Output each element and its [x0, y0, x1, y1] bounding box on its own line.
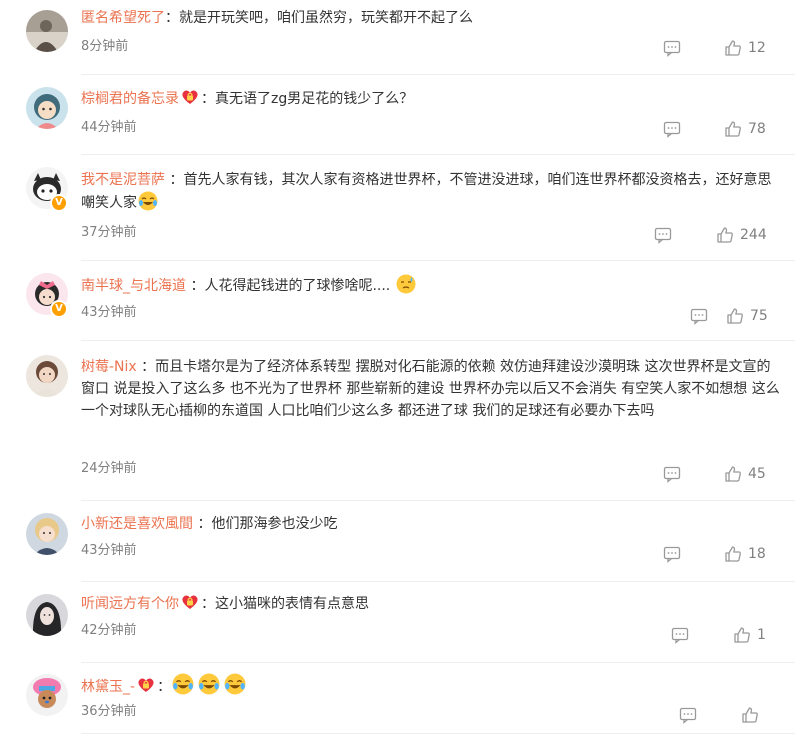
- like-icon: [725, 121, 741, 137]
- like-count: 78: [748, 121, 766, 137]
- comment-item: V 南半球_与北海道 ：人花得起钱进的了球惨啥呢.... 43分钟前 75: [0, 261, 795, 341]
- reply-button[interactable]: [663, 119, 681, 139]
- comment-item: 小新还是喜欢風間 ：他们那海参也没少吃 43分钟前 18: [0, 501, 795, 582]
- comment-text: 首先人家有钱，其次人家有资格进世界杯，不管进没进球，咱们连世界杯都没资格去，还好…: [81, 172, 772, 211]
- avatar[interactable]: [26, 674, 68, 716]
- comment-text: 人花得起钱进的了球惨啥呢....: [204, 278, 395, 294]
- reply-icon: [663, 466, 681, 483]
- like-icon: [734, 627, 750, 643]
- username-link[interactable]: 我不是泥菩萨: [81, 172, 165, 188]
- separator: ：: [165, 10, 179, 26]
- like-button[interactable]: [741, 705, 759, 725]
- comment-text: 他们那海参也没少吃: [211, 516, 338, 532]
- comment-time: 43分钟前: [81, 305, 137, 320]
- like-count: 45: [748, 466, 766, 482]
- comment-time: 44分钟前: [81, 120, 137, 135]
- username-link[interactable]: 听闻远方有个你: [81, 596, 179, 612]
- comment-time: 8分钟前: [81, 39, 129, 54]
- comment-item: V 我不是泥菩萨 ：首先人家有钱，其次人家有资格进世界杯，不管进没进球，咱们连世…: [0, 155, 795, 261]
- username-link[interactable]: 小新还是喜欢風間: [81, 516, 193, 532]
- separator: ：: [186, 278, 205, 294]
- like-icon: [725, 40, 741, 56]
- reply-button[interactable]: [690, 306, 708, 326]
- like-count: 75: [750, 308, 768, 324]
- separator: ：: [165, 172, 184, 188]
- like-button[interactable]: 12: [724, 38, 766, 58]
- reply-icon: [663, 121, 681, 138]
- comment-time: 42分钟前: [81, 623, 137, 638]
- comment-time: 24分钟前: [81, 461, 137, 476]
- like-button[interactable]: 75: [726, 306, 768, 326]
- reply-button[interactable]: [654, 225, 672, 245]
- separator: ：: [157, 679, 172, 695]
- comment-time: 43分钟前: [81, 543, 137, 558]
- verified-v-icon: V: [50, 300, 68, 318]
- separator: ：: [201, 91, 215, 107]
- avatar[interactable]: [26, 513, 68, 555]
- like-button[interactable]: 45: [724, 464, 766, 484]
- comment-time: 36分钟前: [81, 704, 137, 719]
- username-link[interactable]: 林黛玉_-: [81, 679, 135, 695]
- laugh-cry-emoji: [138, 191, 158, 211]
- like-icon: [725, 546, 741, 562]
- username-link[interactable]: 棕榈君的备忘录: [81, 91, 179, 107]
- heart-lock-icon: [182, 595, 198, 609]
- like-button[interactable]: 1: [733, 625, 766, 645]
- comment-text: 这小猫咪的表情有点意思: [215, 596, 369, 612]
- reply-button[interactable]: [663, 38, 681, 58]
- like-count: 244: [740, 227, 767, 243]
- separator: ：: [136, 359, 156, 375]
- reply-icon: [671, 627, 689, 644]
- separator: ：: [193, 516, 212, 532]
- comment-item: 听闻远方有个你 ：这小猫咪的表情有点意思 42分钟前 1: [0, 582, 795, 663]
- like-count: 18: [748, 546, 766, 562]
- sweat-emoji: [396, 274, 416, 294]
- comment-item: 林黛玉_- ： 36分钟前: [0, 663, 795, 734]
- heart-lock-icon: [138, 678, 154, 692]
- comment-text: 真无语了zg男足花的钱少了么？: [215, 91, 414, 107]
- comment-text: 而且卡塔尔是为了经济体系转型 摆脱对化石能源的依赖 效仿迪拜建设沙漠明珠 这次世…: [81, 359, 780, 419]
- like-icon: [725, 466, 741, 482]
- comment-item: 树莓-Nix ：而且卡塔尔是为了经济体系转型 摆脱对化石能源的依赖 效仿迪拜建设…: [0, 341, 795, 501]
- reply-icon: [663, 546, 681, 563]
- like-count: 1: [757, 627, 766, 643]
- laugh-cry-emoji: [224, 673, 246, 695]
- comment-item: 匿名希望死了：就是开玩笑吧，咱们虽然穷，玩笑都开不起了么 8分钟前 12: [0, 0, 795, 75]
- reply-button[interactable]: [671, 625, 689, 645]
- separator: ：: [201, 596, 215, 612]
- verified-v-icon: V: [50, 194, 68, 212]
- heart-lock-icon: [182, 90, 198, 104]
- avatar[interactable]: [26, 87, 68, 129]
- reply-icon: [663, 40, 681, 57]
- username-link[interactable]: 匿名希望死了: [81, 10, 165, 26]
- laugh-cry-emoji: [198, 673, 220, 695]
- like-icon: [717, 227, 733, 243]
- comment-text: 就是开玩笑吧，咱们虽然穷，玩笑都开不起了么: [179, 10, 473, 26]
- avatar[interactable]: [26, 355, 68, 397]
- reply-button[interactable]: [663, 544, 681, 564]
- reply-icon: [654, 227, 672, 244]
- like-icon: [742, 707, 758, 723]
- reply-button[interactable]: [663, 464, 681, 484]
- username-link[interactable]: 南半球_与北海道: [81, 278, 186, 294]
- like-button[interactable]: 18: [724, 544, 766, 564]
- like-button[interactable]: 244: [716, 225, 767, 245]
- comment-item: 棕榈君的备忘录 ：真无语了zg男足花的钱少了么？ 44分钟前 78: [0, 75, 795, 155]
- avatar[interactable]: [26, 10, 68, 52]
- like-icon: [727, 308, 743, 324]
- like-button[interactable]: 78: [724, 119, 766, 139]
- avatar[interactable]: [26, 594, 68, 636]
- laugh-cry-emoji: [172, 673, 194, 695]
- reply-icon: [690, 308, 708, 325]
- comment-time: 37分钟前: [81, 225, 137, 240]
- username-link[interactable]: 树莓-Nix: [81, 359, 137, 375]
- reply-button[interactable]: [679, 705, 697, 725]
- like-count: 12: [748, 40, 766, 56]
- comment-list: 匿名希望死了：就是开玩笑吧，咱们虽然穷，玩笑都开不起了么 8分钟前 12 棕榈君…: [0, 0, 795, 734]
- reply-icon: [679, 707, 697, 724]
